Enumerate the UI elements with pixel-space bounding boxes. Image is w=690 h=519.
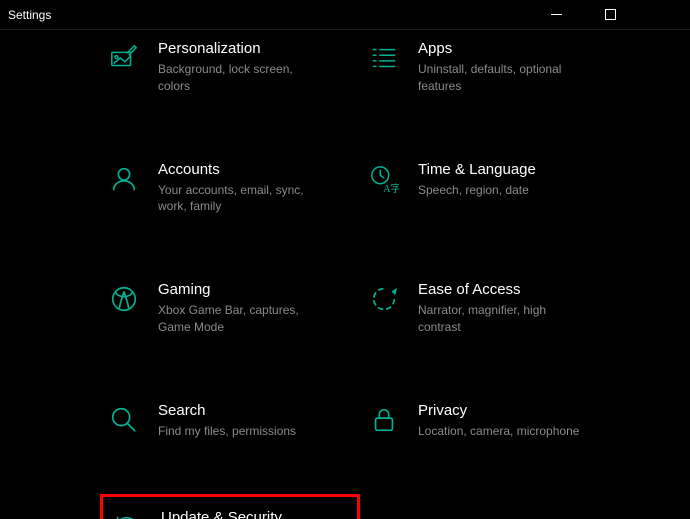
tile-gaming[interactable]: Gaming Xbox Game Bar, captures, Game Mod… (100, 277, 360, 348)
tile-accounts[interactable]: Accounts Your accounts, email, sync, wor… (100, 157, 360, 228)
tile-title: Search (158, 402, 296, 419)
tile-title: Time & Language (418, 161, 536, 178)
ease-of-access-icon (368, 283, 400, 315)
tile-title: Personalization (158, 40, 328, 57)
time-language-icon: A字 (368, 163, 400, 195)
tile-title: Apps (418, 40, 588, 57)
tile-title: Update & Security (161, 509, 331, 519)
tile-title: Privacy (418, 402, 579, 419)
tile-update-security[interactable]: Update & Security Windows Update, recove… (100, 494, 360, 519)
tile-title: Ease of Access (418, 281, 588, 298)
apps-icon (368, 42, 400, 74)
personalization-icon (108, 42, 140, 74)
tile-subtitle: Narrator, magnifier, high contrast (418, 302, 588, 336)
tile-time-language[interactable]: A字 Time & Language Speech, region, date (360, 157, 620, 211)
maximize-button[interactable] (592, 0, 628, 30)
tile-subtitle: Find my files, permissions (158, 423, 296, 440)
svg-text:A字: A字 (383, 182, 399, 194)
tile-title: Gaming (158, 281, 328, 298)
search-icon (108, 404, 140, 436)
tile-subtitle: Location, camera, microphone (418, 423, 579, 440)
privacy-icon (368, 404, 400, 436)
update-security-icon (111, 511, 143, 519)
tile-subtitle: Speech, region, date (418, 182, 536, 199)
window-controls (538, 0, 682, 30)
gaming-icon (108, 283, 140, 315)
tile-title: Accounts (158, 161, 328, 178)
tile-apps[interactable]: Apps Uninstall, defaults, optional featu… (360, 36, 620, 107)
tile-subtitle: Your accounts, email, sync, work, family (158, 182, 328, 216)
minimize-button[interactable] (538, 0, 574, 30)
tile-subtitle: Background, lock screen, colors (158, 61, 328, 95)
tile-search[interactable]: Search Find my files, permissions (100, 398, 360, 452)
titlebar: Settings (0, 0, 690, 30)
accounts-icon (108, 163, 140, 195)
tile-subtitle: Uninstall, defaults, optional features (418, 61, 588, 95)
tile-subtitle: Xbox Game Bar, captures, Game Mode (158, 302, 328, 336)
tile-ease-of-access[interactable]: Ease of Access Narrator, magnifier, high… (360, 277, 620, 348)
tile-privacy[interactable]: Privacy Location, camera, microphone (360, 398, 620, 452)
window-title: Settings (8, 8, 538, 22)
tile-personalization[interactable]: Personalization Background, lock screen,… (100, 36, 360, 107)
